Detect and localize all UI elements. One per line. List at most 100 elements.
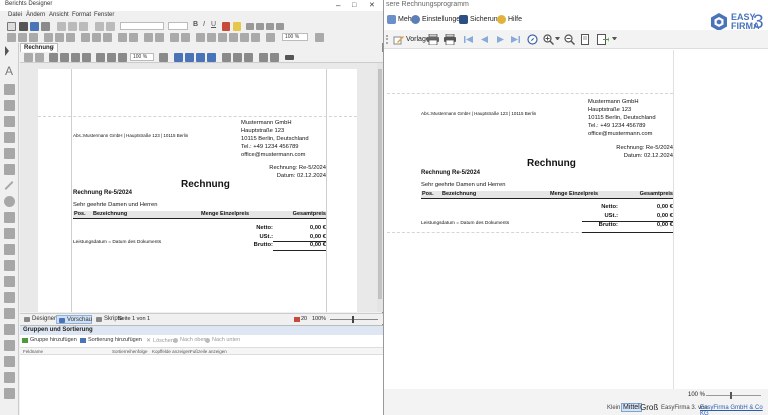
zoom-whole-icon[interactable] bbox=[229, 33, 238, 42]
next-page-icon[interactable] bbox=[496, 35, 505, 44]
zoom-in-icon[interactable] bbox=[543, 34, 554, 45]
hand-tool-icon[interactable] bbox=[96, 53, 105, 62]
previous-page-icon[interactable] bbox=[480, 35, 489, 44]
move-down-button[interactable]: Nach unten bbox=[205, 337, 240, 343]
shape-tool-icon[interactable] bbox=[4, 196, 15, 207]
designer-scale-icon[interactable] bbox=[82, 53, 91, 62]
document-map-icon[interactable] bbox=[24, 53, 33, 62]
font-size-combo[interactable] bbox=[168, 22, 188, 30]
designer-export-icon[interactable] bbox=[259, 53, 268, 62]
designer-zoom-in-icon[interactable] bbox=[159, 53, 168, 62]
copy-icon[interactable] bbox=[68, 22, 77, 31]
align-lefts-icon[interactable] bbox=[7, 33, 16, 42]
sparkline-tool-icon[interactable] bbox=[4, 276, 15, 287]
menu-settings[interactable]: Einstellungen bbox=[411, 15, 464, 24]
delete-group-button[interactable]: ✕ Löschen bbox=[146, 337, 174, 345]
align-right-icon[interactable] bbox=[266, 23, 274, 30]
checkbox-tool-icon[interactable] bbox=[4, 84, 15, 95]
designer-first-page-icon[interactable] bbox=[174, 53, 183, 62]
open-icon[interactable] bbox=[19, 22, 28, 31]
send-back-icon[interactable] bbox=[155, 33, 164, 42]
designer-print-quick-icon[interactable] bbox=[60, 53, 69, 62]
subreport-tool-icon[interactable] bbox=[4, 148, 15, 159]
font-color-icon[interactable] bbox=[222, 22, 230, 31]
size-small-option[interactable]: Klein bbox=[607, 405, 620, 411]
move-up-button[interactable]: Nach oben bbox=[173, 337, 207, 343]
document-tab-close-icon[interactable]: ✕ bbox=[50, 44, 55, 51]
zoom-100-icon[interactable] bbox=[266, 33, 275, 42]
same-size-icon[interactable] bbox=[103, 33, 112, 42]
pagebreak-tool-icon[interactable] bbox=[4, 308, 15, 319]
snap-icon[interactable] bbox=[181, 33, 190, 42]
designer-print-icon[interactable] bbox=[49, 53, 58, 62]
designer-canvas[interactable]: Abs.:Mustermann GmbH | Hauptstraße 123 |… bbox=[20, 63, 377, 312]
italic-icon[interactable]: I bbox=[203, 21, 205, 28]
save-icon[interactable] bbox=[30, 22, 39, 31]
gauge-tool-icon[interactable] bbox=[4, 260, 15, 271]
zoom-combo-top[interactable]: 100 % bbox=[282, 33, 308, 41]
toc-tool-icon[interactable] bbox=[4, 356, 15, 367]
export-dropdown-icon[interactable] bbox=[612, 37, 617, 40]
align-middles-icon[interactable] bbox=[55, 33, 64, 42]
zoom-out-icon[interactable] bbox=[564, 34, 575, 45]
designer-zoom-slider[interactable] bbox=[330, 319, 378, 320]
align-bottoms-icon[interactable] bbox=[66, 33, 75, 42]
cross-band-tool-icon[interactable] bbox=[4, 324, 15, 335]
background-color-icon[interactable] bbox=[233, 53, 242, 62]
menu-view[interactable]: Ansicht bbox=[49, 12, 69, 18]
menu-help[interactable]: Hilfe bbox=[497, 15, 522, 24]
print-icon[interactable] bbox=[444, 34, 456, 45]
align-center-icon[interactable] bbox=[256, 23, 264, 30]
minimize-button[interactable]: – bbox=[336, 1, 340, 10]
font-family-combo[interactable] bbox=[120, 22, 164, 30]
designer-last-page-icon[interactable] bbox=[207, 53, 216, 62]
align-left-icon[interactable] bbox=[246, 23, 254, 30]
align-rights-icon[interactable] bbox=[29, 33, 38, 42]
designer-zoom-slider-thumb[interactable] bbox=[352, 316, 354, 323]
zoom-width-icon[interactable] bbox=[240, 33, 249, 42]
zoom-dropdown-icon[interactable] bbox=[555, 37, 560, 40]
menu-file[interactable]: Datei bbox=[8, 12, 22, 18]
designer-next-page-icon[interactable] bbox=[196, 53, 205, 62]
designer-page-setup-icon[interactable] bbox=[71, 53, 80, 62]
zoom-page-icon[interactable] bbox=[251, 33, 260, 42]
preview-zoom-slider-thumb[interactable] bbox=[730, 392, 732, 399]
same-height-icon[interactable] bbox=[92, 33, 101, 42]
maximize-button[interactable]: □ bbox=[352, 1, 356, 10]
undo-icon[interactable] bbox=[95, 22, 104, 31]
pivot-tool-icon[interactable] bbox=[4, 292, 15, 303]
zoom-combo[interactable]: 100 % bbox=[130, 53, 154, 61]
designer-vertical-scrollbar[interactable] bbox=[377, 63, 383, 312]
table-tool-icon[interactable] bbox=[4, 116, 15, 127]
menu-backup[interactable]: Sicherung bbox=[459, 15, 502, 24]
send-email-icon[interactable] bbox=[270, 53, 279, 62]
menu-edit[interactable]: Ändern bbox=[26, 12, 45, 18]
designer-prev-page-icon[interactable] bbox=[185, 53, 194, 62]
menu-window[interactable]: Fenster bbox=[94, 12, 114, 18]
add-sort-button[interactable]: Sortierung hinzufügen bbox=[80, 337, 142, 343]
template-button[interactable]: Vorlage bbox=[393, 34, 430, 45]
pdf-content-tool-icon[interactable] bbox=[4, 388, 15, 399]
panel-tool-icon[interactable] bbox=[4, 132, 15, 143]
richtext-tool-icon[interactable] bbox=[4, 100, 15, 111]
picture-tool-icon[interactable] bbox=[4, 164, 15, 175]
multiple-pages-icon[interactable] bbox=[222, 53, 231, 62]
watermark-icon[interactable] bbox=[244, 53, 253, 62]
print-preview-icon[interactable] bbox=[427, 34, 439, 45]
signature-tool-icon[interactable] bbox=[4, 372, 15, 383]
menu-format[interactable]: Format bbox=[72, 12, 91, 18]
preview-zoom-slider[interactable] bbox=[706, 395, 761, 396]
spacing-vertical-icon[interactable] bbox=[129, 33, 138, 42]
chart-tool-icon[interactable] bbox=[4, 244, 15, 255]
add-group-button[interactable]: Gruppe hinzufügen bbox=[22, 337, 77, 343]
save-all-icon[interactable] bbox=[41, 22, 50, 31]
label-tool-icon[interactable]: A bbox=[5, 65, 13, 77]
same-width-icon[interactable] bbox=[81, 33, 90, 42]
size-large-option[interactable]: Groß bbox=[640, 403, 658, 412]
line-tool-icon[interactable] bbox=[4, 180, 14, 191]
last-page-icon[interactable] bbox=[511, 35, 520, 44]
zipcode-tool-icon[interactable] bbox=[4, 228, 15, 239]
export-icon[interactable] bbox=[597, 34, 609, 45]
page-setup-icon[interactable] bbox=[580, 34, 591, 45]
align-justify-icon[interactable] bbox=[276, 23, 284, 30]
